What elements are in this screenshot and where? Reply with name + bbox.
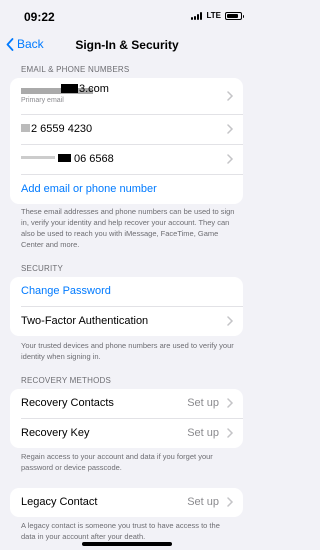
redacted-text — [21, 156, 55, 159]
phone-row-1[interactable]: 2 6559 4230 — [21, 115, 243, 145]
chevron-right-icon — [227, 316, 234, 326]
primary-email-value: 3.com — [79, 83, 109, 95]
recovery-section-footer: Regain access to your account and data i… — [21, 452, 213, 472]
phone-row-2[interactable]: 06 6568 — [21, 145, 243, 175]
two-factor-row[interactable]: Two-Factor Authentication — [21, 307, 243, 336]
chevron-right-icon — [227, 428, 234, 438]
recovery-contacts-row[interactable]: Recovery Contacts Set up — [21, 389, 243, 419]
cellular-signal-icon — [191, 11, 203, 20]
redacted-text — [21, 124, 30, 132]
legacy-contact-label: Legacy Contact — [21, 496, 98, 508]
recovery-contacts-label: Recovery Contacts — [21, 397, 114, 409]
legacy-contact-value: Set up — [187, 496, 219, 508]
security-section-header: SECURITY — [21, 264, 64, 273]
recovery-section-header: RECOVERY METHODS — [21, 376, 112, 385]
status-time: 09:22 — [24, 10, 55, 24]
security-group: Change Password Two-Factor Authenticatio… — [10, 277, 243, 336]
redacted-text — [61, 84, 78, 93]
recovery-key-label: Recovery Key — [21, 427, 90, 439]
primary-email-sublabel: Primary email — [21, 97, 64, 104]
recovery-key-row[interactable]: Recovery Key Set up — [21, 419, 243, 448]
two-factor-label: Two-Factor Authentication — [21, 315, 149, 327]
battery-icon — [225, 11, 244, 20]
page-title: Sign-In & Security — [75, 38, 179, 52]
status-bar: 09:22 LTE — [0, 0, 254, 30]
status-indicators: LTE — [191, 11, 244, 20]
chevron-right-icon — [227, 91, 234, 101]
chevron-right-icon — [227, 124, 234, 134]
chevron-right-icon — [227, 398, 234, 408]
home-indicator[interactable] — [82, 542, 172, 546]
add-email-or-phone-row[interactable]: Add email or phone number — [21, 175, 243, 204]
email-group: 3.com Primary email 2 6559 4230 06 6568 … — [10, 78, 243, 204]
change-password-button[interactable]: Change Password — [21, 285, 111, 297]
email-section-footer: These email addresses and phone numbers … — [21, 207, 235, 249]
email-row-primary[interactable]: 3.com Primary email — [21, 78, 243, 115]
security-section-footer: Your trusted devices and phone numbers a… — [21, 341, 234, 361]
recovery-contacts-value: Set up — [187, 397, 219, 409]
navigation-bar: Back Sign-In & Security — [0, 30, 254, 60]
phone-number-2: 06 6568 — [74, 153, 114, 165]
redacted-text — [58, 154, 71, 162]
legacy-group: Legacy Contact Set up — [10, 488, 243, 517]
add-email-or-phone-button[interactable]: Add email or phone number — [21, 183, 157, 195]
network-type: LTE — [206, 11, 221, 20]
change-password-row[interactable]: Change Password — [21, 277, 243, 307]
email-section-header: EMAIL & PHONE NUMBERS — [21, 65, 130, 74]
legacy-section-footer: A legacy contact is someone you trust to… — [21, 521, 220, 541]
phone-number-1: 2 6559 4230 — [31, 123, 93, 135]
legacy-contact-row[interactable]: Legacy Contact Set up — [21, 488, 243, 517]
chevron-right-icon — [227, 154, 234, 164]
recovery-key-value: Set up — [187, 427, 219, 439]
recovery-group: Recovery Contacts Set up Recovery Key Se… — [10, 389, 243, 448]
chevron-right-icon — [227, 497, 234, 507]
